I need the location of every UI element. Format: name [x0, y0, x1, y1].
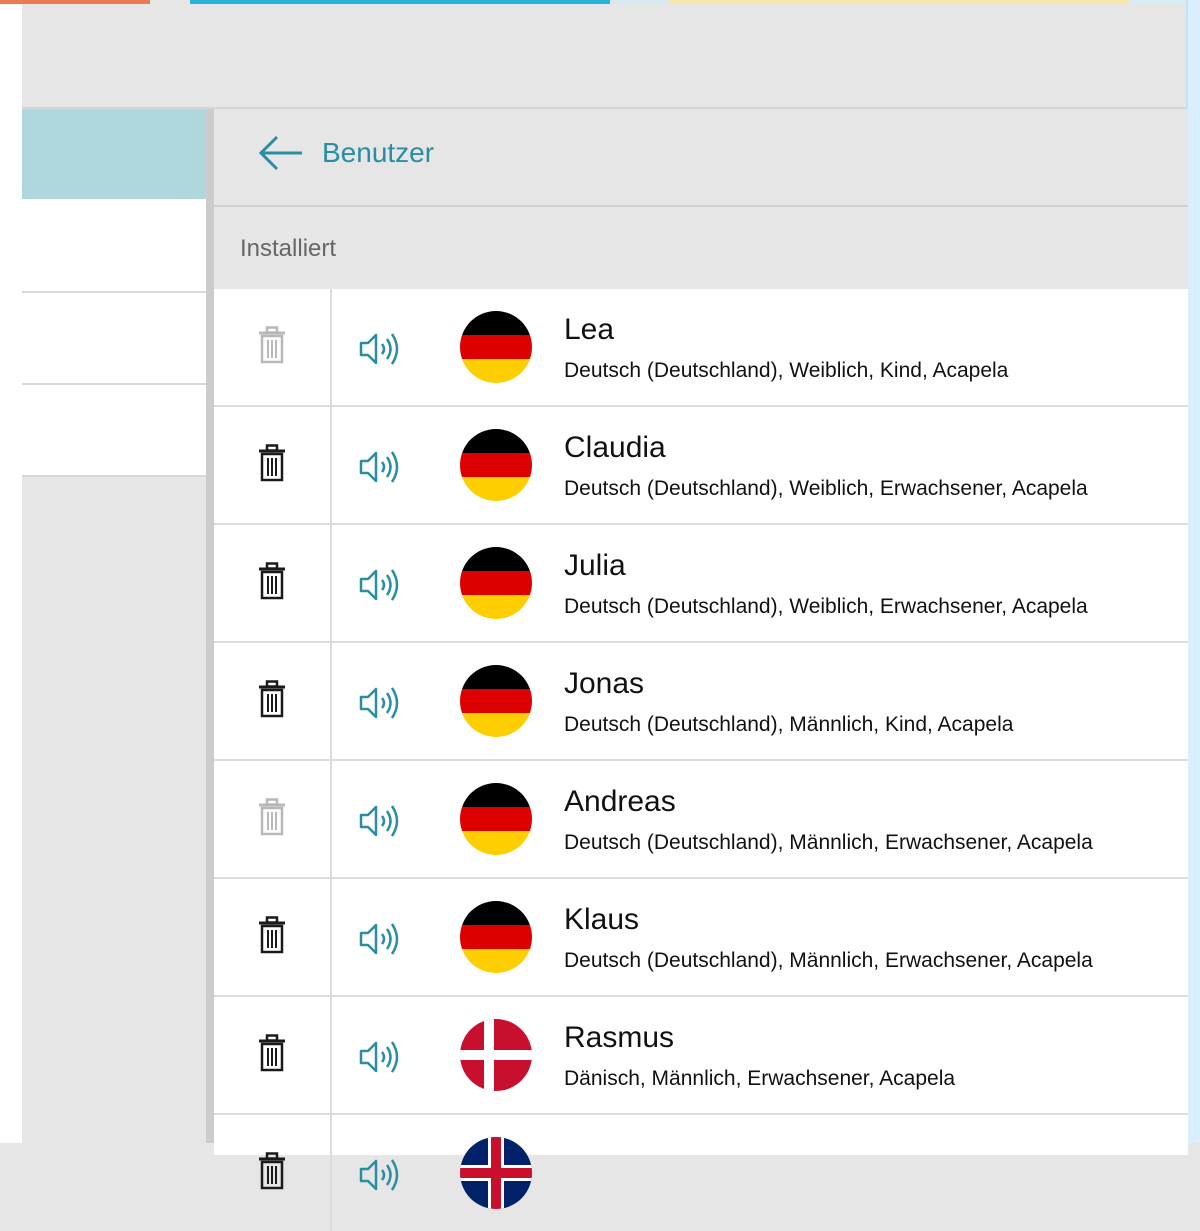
- voice-name: Julia: [564, 549, 626, 582]
- trash-icon: [258, 679, 286, 723]
- back-button-label: Benutzer: [322, 137, 435, 168]
- flag-united-kingdom-icon: [460, 1137, 532, 1209]
- flag-germany-icon: [460, 783, 532, 855]
- play-sample-button[interactable]: [358, 1039, 402, 1080]
- play-sample-button[interactable]: [358, 449, 402, 490]
- flag-germany-icon: [460, 901, 532, 973]
- play-sample-button[interactable]: [358, 331, 402, 372]
- voice-description: Deutsch (Deutschland), Weiblich, Kind, A…: [564, 359, 1009, 382]
- voice-row[interactable]: [214, 1115, 1188, 1231]
- nav-item[interactable]: [22, 293, 206, 385]
- play-sample-button[interactable]: [358, 1157, 402, 1198]
- trash-icon: [258, 325, 286, 369]
- speaker-icon: [358, 569, 402, 607]
- delete-button[interactable]: [214, 525, 332, 641]
- scrollbar[interactable]: [1188, 0, 1200, 1143]
- voice-name: Claudia: [564, 431, 666, 464]
- back-button[interactable]: Benutzer: [258, 135, 434, 171]
- speaker-icon: [358, 333, 402, 371]
- trash-icon: [258, 915, 286, 959]
- voice-name: Klaus: [564, 903, 640, 936]
- trash-icon: [258, 443, 286, 487]
- play-sample-button[interactable]: [358, 921, 402, 962]
- window-left-edge: [0, 4, 22, 1143]
- voice-row[interactable]: Julia Deutsch (Deutschland), Weiblich, Er…: [214, 525, 1188, 643]
- voice-row[interactable]: Claudia Deutsch (Deutschland), Weiblich, …: [214, 407, 1188, 525]
- nav-item[interactable]: [22, 199, 206, 293]
- nav-item[interactable]: [22, 385, 206, 477]
- speaker-icon: [358, 1159, 402, 1197]
- pane-divider[interactable]: [206, 109, 214, 1143]
- voice-row[interactable]: Klaus Deutsch (Deutschland), Männlich, Er…: [214, 879, 1188, 997]
- nav-item-selected[interactable]: [22, 109, 206, 199]
- delete-button[interactable]: [214, 879, 332, 995]
- speaker-icon: [358, 687, 402, 725]
- voice-row[interactable]: Jonas Deutsch (Deutschland), Männlich, Ki…: [214, 643, 1188, 761]
- voice-description: Deutsch (Deutschland), Weiblich, Erwachs…: [564, 477, 1088, 500]
- play-sample-button[interactable]: [358, 567, 402, 608]
- flag-germany-icon: [460, 665, 532, 737]
- trash-icon: [258, 561, 286, 605]
- navigation-pane: [22, 109, 206, 1143]
- voice-name: Rasmus: [564, 1021, 675, 1054]
- play-sample-button[interactable]: [358, 685, 402, 726]
- delete-button[interactable]: [214, 643, 332, 759]
- arrow-left-icon: [258, 135, 302, 171]
- delete-button[interactable]: [214, 407, 332, 523]
- delete-button[interactable]: [214, 997, 332, 1113]
- section-header: Installiert: [214, 207, 1188, 289]
- voice-name: Jonas: [564, 667, 645, 700]
- voice-row[interactable]: Rasmus Dänisch, Männlich, Erwachsener, Ac…: [214, 997, 1188, 1115]
- voice-description: Deutsch (Deutschland), Männlich, Erwachs…: [564, 949, 1093, 972]
- speaker-icon: [358, 451, 402, 489]
- trash-icon: [258, 1151, 286, 1195]
- voice-name: Andreas: [564, 785, 676, 818]
- delete-button: [214, 761, 332, 877]
- delete-button[interactable]: [214, 1115, 332, 1231]
- trash-icon: [258, 1033, 286, 1077]
- voice-row[interactable]: Andreas Deutsch (Deutschland), Männlich, …: [214, 761, 1188, 879]
- voice-list: Lea Deutsch (Deutschland), Weiblich, Kind…: [214, 289, 1188, 1231]
- page-header: Benutzer: [214, 109, 1188, 207]
- voice-description: Dänisch, Männlich, Erwachsener, Acapela: [564, 1067, 956, 1090]
- speaker-icon: [358, 923, 402, 961]
- flag-germany-icon: [460, 311, 532, 383]
- voice-description: Deutsch (Deutschland), Weiblich, Erwachs…: [564, 595, 1088, 618]
- voice-description: Deutsch (Deutschland), Männlich, Erwachs…: [564, 831, 1093, 854]
- title-bar: [22, 4, 1188, 109]
- speaker-icon: [358, 1041, 402, 1079]
- trash-icon: [258, 797, 286, 841]
- delete-button: [214, 289, 332, 405]
- flag-denmark-icon: [460, 1019, 532, 1091]
- flag-germany-icon: [460, 547, 532, 619]
- play-sample-button[interactable]: [358, 803, 402, 844]
- voice-description: Deutsch (Deutschland), Männlich, Kind, A…: [564, 713, 1014, 736]
- flag-germany-icon: [460, 429, 532, 501]
- speaker-icon: [358, 805, 402, 843]
- voice-name: Lea: [564, 313, 615, 346]
- voices-pane: Benutzer Installiert Lea Deutsch (Deutsch…: [214, 109, 1188, 1231]
- section-label: Installiert: [240, 235, 337, 262]
- voice-row[interactable]: Lea Deutsch (Deutschland), Weiblich, Kind…: [214, 289, 1188, 407]
